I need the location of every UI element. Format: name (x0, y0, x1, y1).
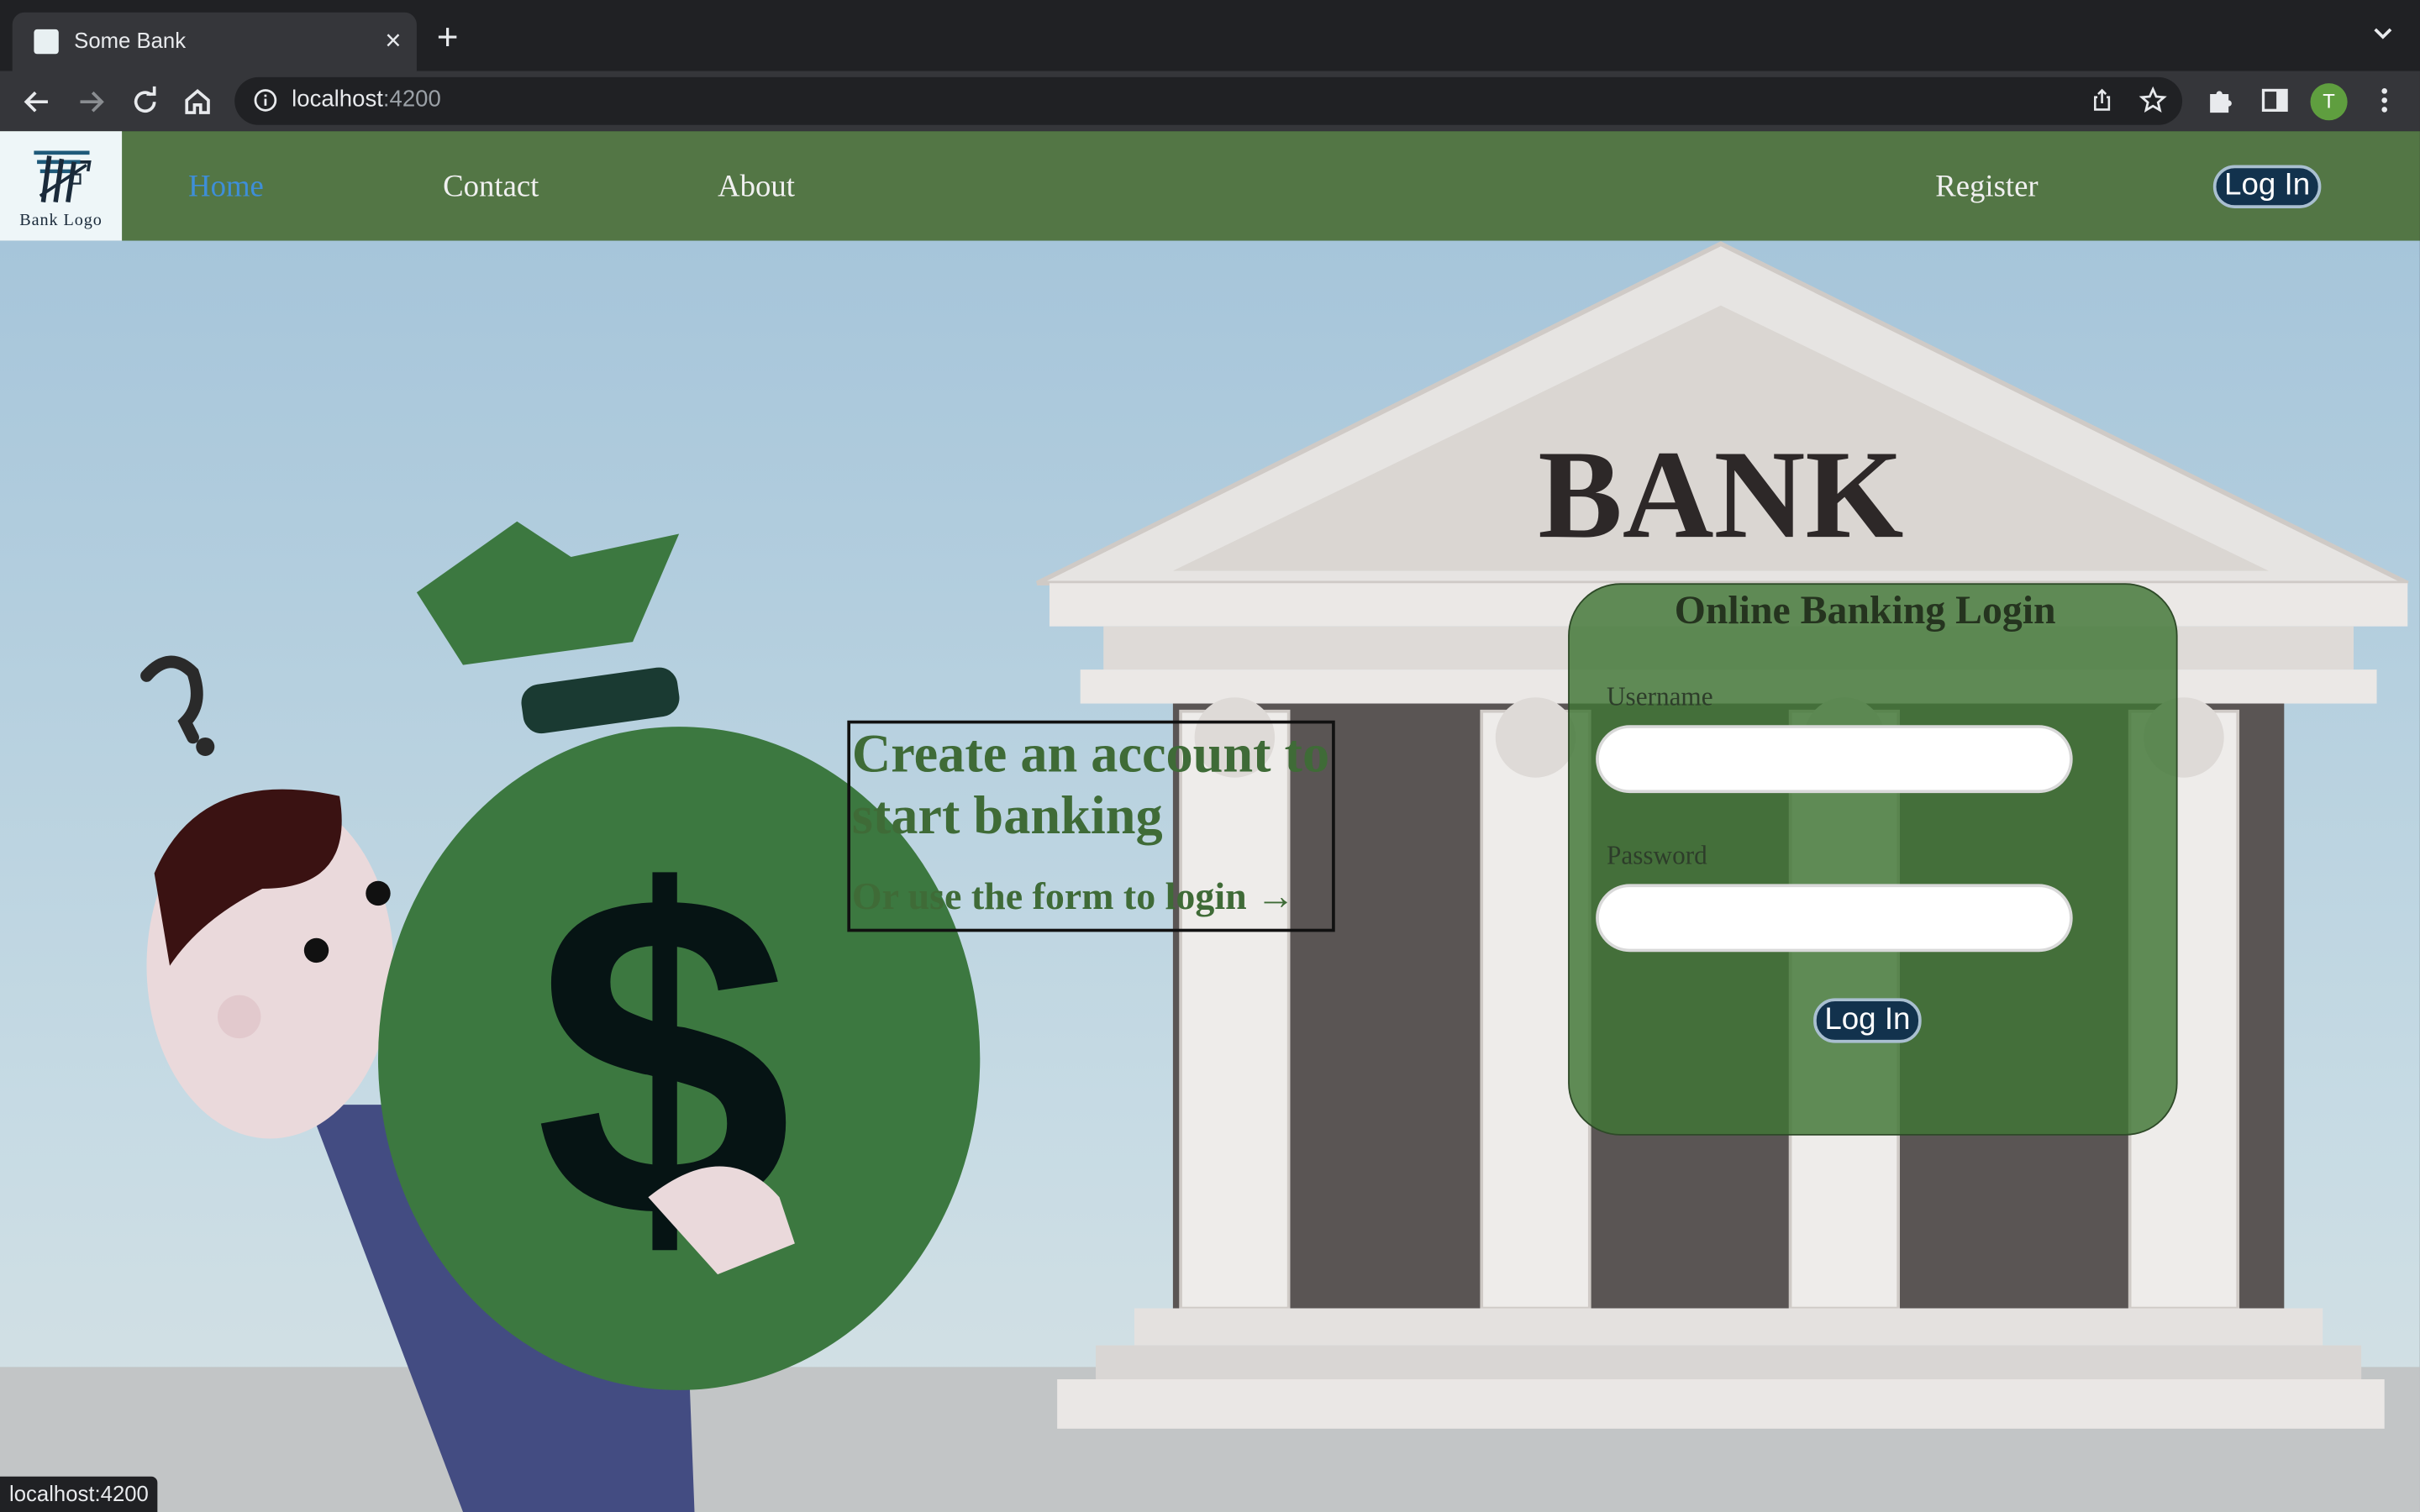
cta-subtitle: Or use the form to login → (851, 876, 1296, 918)
cta-box: Create an account to start banking Or us… (847, 720, 1335, 932)
hero-banner: BANK $ Create an account to start bankin… (0, 240, 2420, 1512)
login-submit-button[interactable]: Log In (1813, 998, 1922, 1043)
password-input[interactable] (1596, 884, 2073, 953)
share-icon[interactable] (2090, 88, 2114, 113)
home-icon[interactable] (179, 83, 216, 120)
site-navbar: Bank Logo Home Contact About Register Lo… (0, 131, 2420, 241)
kebab-menu-icon[interactable] (2369, 85, 2400, 116)
man-with-money-bag-illustration: $ (140, 521, 981, 1512)
bank-logo-icon (34, 150, 92, 203)
nav-link-register[interactable]: Register (1935, 170, 2038, 205)
url-port: :4200 (382, 86, 441, 113)
nav-link-contact[interactable]: Contact (443, 170, 539, 205)
plus-icon[interactable]: + (437, 19, 459, 57)
password-label: Password (1607, 841, 1707, 870)
browser-tab[interactable]: Some Bank × (12, 12, 417, 71)
reload-icon[interactable] (127, 83, 164, 120)
nav-link-home[interactable]: Home (188, 170, 264, 205)
nav-login-button[interactable]: Log In (2212, 165, 2322, 208)
tab-title: Some Bank (74, 28, 187, 53)
page-content: Bank Logo Home Contact About Register Lo… (0, 131, 2420, 1512)
cta-title: Create an account to start banking (851, 723, 1330, 846)
forward-arrow-icon[interactable] (72, 83, 109, 120)
back-arrow-icon[interactable] (18, 83, 55, 120)
bank-logo[interactable]: Bank Logo (0, 131, 123, 241)
login-title: Online Banking Login (1674, 587, 2056, 633)
close-icon[interactable]: × (385, 24, 401, 55)
profile-avatar[interactable]: T (2310, 83, 2348, 121)
address-bar[interactable]: localhost:4200 (234, 76, 2183, 125)
info-icon[interactable] (253, 88, 277, 113)
puzzle-icon[interactable] (2206, 85, 2237, 116)
url-host: localhost (292, 86, 383, 113)
username-input[interactable] (1596, 725, 2073, 794)
url-text: localhost:4200 (292, 87, 441, 113)
browser-tabstrip: Some Bank × + (0, 0, 2420, 71)
username-label: Username (1607, 681, 1713, 711)
star-icon[interactable] (2139, 86, 2167, 114)
nav-link-about[interactable]: About (718, 170, 795, 205)
sidepanel-icon[interactable] (2260, 85, 2291, 116)
building-sign: BANK (1538, 424, 1903, 564)
status-url-bubble: localhost:4200 (0, 1476, 158, 1512)
bank-favicon-icon (34, 29, 59, 55)
browser-toolbar: localhost:4200 T (0, 71, 2420, 132)
logo-text: Bank Logo (19, 211, 103, 230)
chevron-down-icon[interactable] (2370, 22, 2395, 46)
login-card: Online Banking Login Username Password (1568, 583, 2178, 1136)
